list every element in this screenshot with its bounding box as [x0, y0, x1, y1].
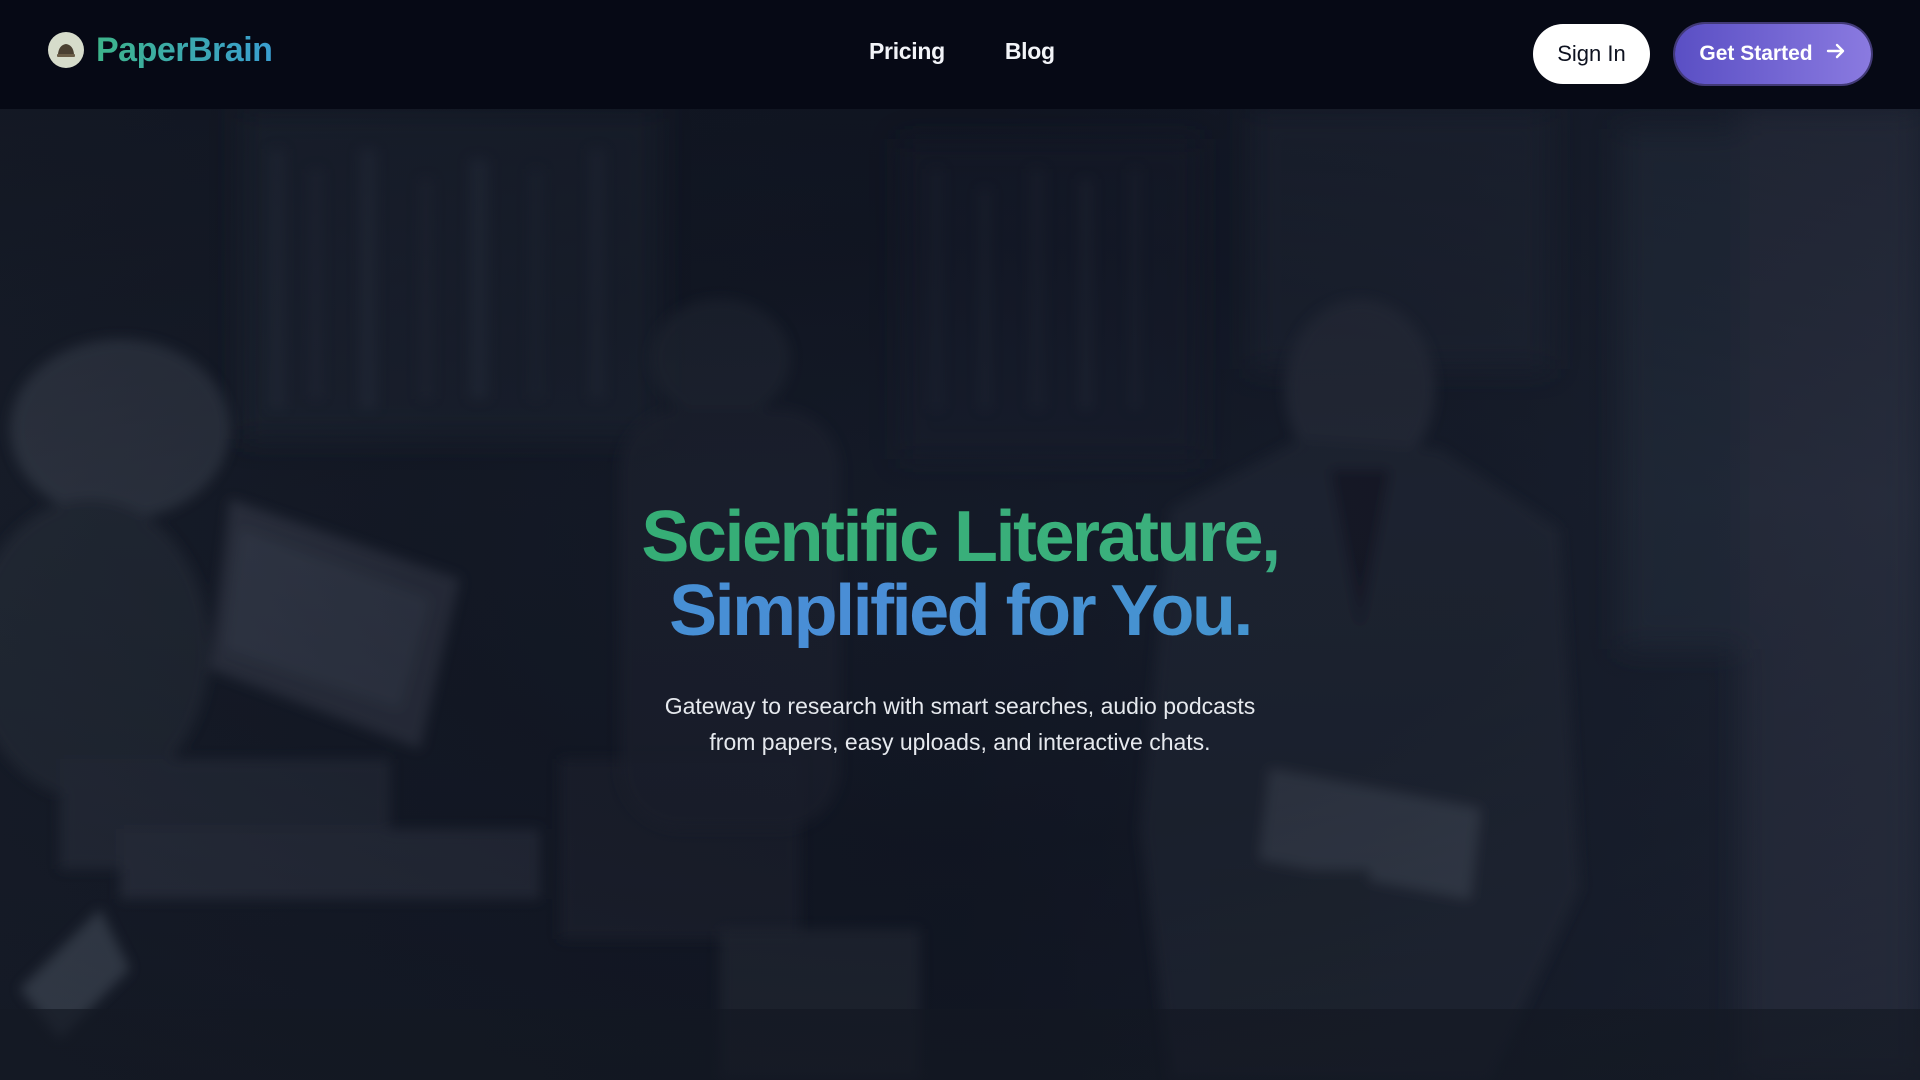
headline-line-2: Simplified for You.	[0, 574, 1920, 648]
hero-headline: Scientific Literature, Simplified for Yo…	[0, 500, 1920, 648]
get-started-label: Get Started	[1699, 42, 1813, 65]
sign-in-label: Sign In	[1557, 41, 1626, 66]
hero-subtitle: Gateway to research with smart searches,…	[664, 693, 1256, 755]
nav-link-blog[interactable]: Blog	[1005, 38, 1055, 65]
main-nav: Pricing Blog	[869, 38, 1055, 65]
headline-line-1: Scientific Literature,	[0, 500, 1920, 574]
logo-text: PaperBrain	[96, 30, 273, 69]
hero-content: Scientific Literature, Simplified for Yo…	[0, 500, 1920, 760]
nav-link-pricing[interactable]: Pricing	[869, 38, 945, 65]
sign-in-button[interactable]: Sign In	[1533, 24, 1650, 84]
arrow-right-icon	[1825, 40, 1847, 68]
landing-page: PaperBrain Pricing Blog Sign In Get Star…	[0, 0, 1920, 1080]
logo-icon	[48, 32, 84, 68]
top-navbar: PaperBrain Pricing Blog Sign In Get Star…	[0, 0, 1920, 109]
logo-link[interactable]: PaperBrain	[48, 30, 273, 70]
hero-section: Scientific Literature, Simplified for Yo…	[0, 109, 1920, 1080]
get-started-button[interactable]: Get Started	[1675, 24, 1871, 84]
